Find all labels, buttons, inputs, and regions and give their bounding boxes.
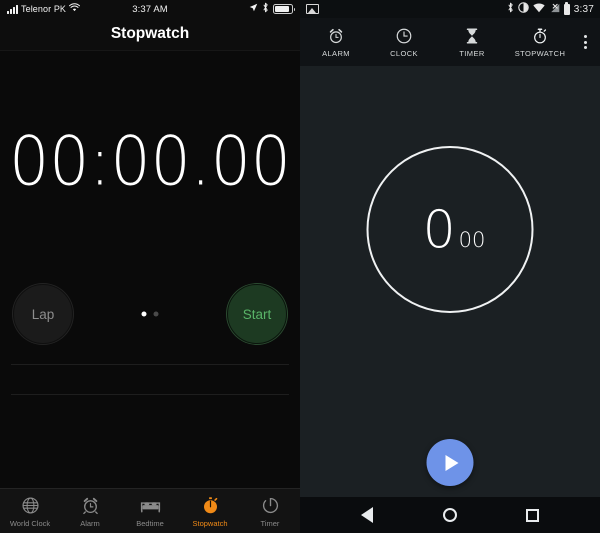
android-status-bar: 3:37	[300, 0, 600, 18]
more-options-icon[interactable]	[574, 18, 596, 66]
bed-icon	[139, 495, 161, 517]
lap-divider	[11, 394, 289, 395]
cell-signal-off-icon	[549, 3, 560, 16]
tab-timer[interactable]: TIMER	[438, 27, 506, 58]
page-dot-inactive[interactable]	[153, 311, 159, 317]
stopwatch-dial: 0 00	[366, 146, 534, 313]
battery-icon	[563, 1, 570, 15]
back-button[interactable]	[351, 499, 383, 531]
ios-status-right	[168, 2, 295, 16]
home-button[interactable]	[434, 499, 466, 531]
tab-world-clock[interactable]: World Clock	[0, 495, 60, 528]
carrier-label: Telenor PK	[21, 4, 67, 14]
stopwatch-elapsed-time: 00:00.00	[9, 121, 291, 201]
page-dot-active[interactable]	[141, 311, 147, 317]
lap-button[interactable]: Lap	[13, 284, 73, 344]
tab-clock[interactable]: CLOCK	[370, 27, 438, 58]
clock-icon	[395, 27, 414, 46]
tab-label: Stopwatch	[192, 518, 228, 528]
tab-alarm[interactable]: Alarm	[60, 495, 120, 528]
android-status-left	[306, 4, 507, 14]
ios-tab-bar: World Clock Alarm Bedtime Stopwatch Time…	[0, 488, 300, 533]
tab-bedtime[interactable]: Bedtime	[120, 495, 180, 528]
timer-icon	[259, 495, 281, 517]
recents-icon	[526, 508, 540, 522]
page-indicator-dots[interactable]	[141, 311, 159, 317]
stopwatch-controls: Lap Start	[0, 271, 300, 357]
android-tab-bar: ALARM CLOCK TIMER STOPWATCH	[300, 18, 600, 66]
home-icon	[442, 508, 457, 522]
battery-icon	[273, 4, 295, 14]
alarm-clock-icon	[79, 495, 101, 517]
ios-status-left: Telenor PK	[7, 3, 132, 15]
lap-button-label: Lap	[31, 306, 55, 322]
ios-stopwatch-screen: 00:00.00 Lap Start	[0, 51, 300, 488]
hourglass-icon	[463, 27, 482, 46]
android-nav-bar	[300, 497, 600, 533]
globe-icon	[19, 495, 41, 517]
alarm-clock-icon	[327, 27, 346, 46]
start-button[interactable]	[426, 439, 474, 486]
start-button-label: Start	[242, 306, 272, 322]
ios-navbar: Stopwatch	[0, 18, 300, 51]
tab-label: STOPWATCH	[514, 48, 566, 58]
android-status-time: 3:37	[573, 3, 594, 15]
tab-label: ALARM	[322, 48, 350, 58]
stopwatch-icon	[199, 495, 221, 517]
android-status-right: 3:37	[507, 1, 594, 16]
tab-stopwatch[interactable]: Stopwatch	[180, 495, 240, 528]
page-title: Stopwatch	[110, 25, 190, 42]
tab-stopwatch[interactable]: STOPWATCH	[506, 27, 574, 58]
ios-clock-app: Telenor PK 3:37 AM Stopwatch 00:00.00 La…	[0, 0, 300, 533]
tab-label: Bedtime	[136, 518, 164, 528]
bluetooth-icon	[507, 2, 514, 16]
ios-status-time: 3:37 AM	[132, 3, 168, 15]
tab-timer[interactable]: Timer	[240, 495, 300, 528]
elapsed-seconds: 0	[422, 199, 456, 260]
tab-label: Timer	[260, 518, 280, 528]
recents-button[interactable]	[517, 499, 549, 531]
tab-label: World Clock	[9, 518, 51, 528]
back-icon	[361, 507, 374, 523]
android-stopwatch-screen: 0 00	[300, 66, 600, 497]
vibrate-icon	[517, 2, 529, 16]
dual-screenshot-comparison: Telenor PK 3:37 AM Stopwatch 00:00.00 La…	[0, 0, 600, 533]
bluetooth-icon	[262, 2, 269, 16]
wifi-icon	[69, 3, 80, 15]
tab-label: CLOCK	[390, 48, 418, 58]
location-arrow-icon	[249, 3, 258, 15]
tab-label: TIMER	[459, 48, 485, 58]
stopwatch-elapsed-time: 0 00	[423, 204, 486, 256]
tab-alarm[interactable]: ALARM	[302, 27, 370, 58]
lap-divider	[11, 364, 289, 365]
signal-bars-icon	[7, 4, 18, 14]
ios-status-bar: Telenor PK 3:37 AM	[0, 0, 300, 18]
stopwatch-display-area: 00:00.00	[0, 51, 300, 271]
start-button[interactable]: Start	[227, 284, 287, 344]
lap-list[interactable]	[0, 357, 300, 488]
android-clock-app: 3:37 ALARM CLOCK TIMER STOPWATCH 0 00	[300, 0, 600, 533]
stopwatch-icon	[531, 27, 550, 46]
photo-icon	[306, 4, 319, 14]
elapsed-hundredths: 00	[458, 227, 486, 252]
tab-label: Alarm	[80, 518, 100, 528]
wifi-icon	[533, 3, 545, 16]
play-icon	[445, 454, 459, 471]
